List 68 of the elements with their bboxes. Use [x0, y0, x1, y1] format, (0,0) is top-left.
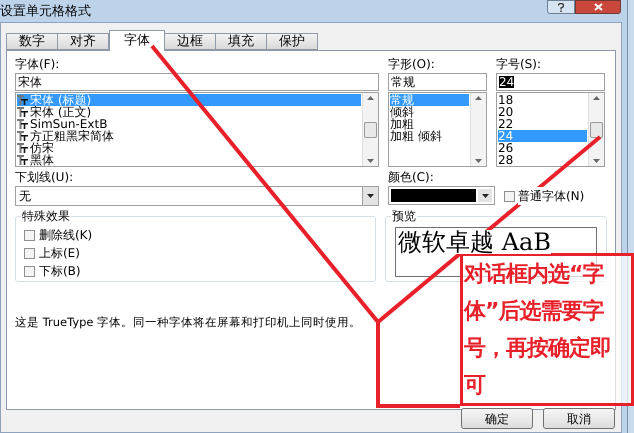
help-icon — [558, 2, 564, 12]
truetype-icon — [17, 143, 28, 153]
field-label: 颜色(C): — [388, 170, 435, 184]
dropdown-arrow-icon — [482, 194, 488, 198]
help-button[interactable] — [547, 0, 575, 14]
dropdown-arrow-icon — [367, 194, 374, 198]
scrollbar[interactable] — [362, 93, 378, 166]
list-item[interactable]: 黑体 — [17, 154, 361, 166]
window-title: 设置单元格格式 — [0, 4, 91, 18]
description-text: 这是 TrueType 字体。同一种字体将在屏幕和打印机上同时使用。 — [15, 314, 362, 331]
scroll-up-icon[interactable] — [593, 96, 600, 100]
tab[interactable]: 保护 — [266, 33, 318, 50]
scrollbar[interactable] — [470, 93, 486, 166]
scroll-down-icon[interactable] — [367, 159, 374, 163]
group-title: 特殊效果 — [21, 209, 71, 223]
list-item[interactable]: 18 — [498, 94, 587, 106]
checkbox-label: 上标(E) — [39, 245, 80, 262]
scroll-up-icon[interactable] — [475, 96, 482, 100]
field-label: 下划线(U): — [15, 170, 74, 184]
list-item[interactable]: 倾斜 — [390, 106, 469, 118]
truetype-icon — [17, 155, 28, 165]
checkbox[interactable] — [24, 266, 35, 276]
scroll-up-icon[interactable] — [367, 96, 374, 100]
list-item[interactable]: 22 — [498, 118, 587, 130]
annotation-text: 对话框内选“字体”后选需要字号，再按确定即可 — [464, 260, 612, 400]
preview-text: 微软卓越 AaB — [398, 230, 551, 254]
list-item[interactable]: SimSun-ExtB — [17, 118, 361, 130]
scroll-down-icon[interactable] — [593, 159, 600, 163]
field-label: 字形(O): — [388, 57, 436, 71]
tab[interactable]: 填充 — [215, 33, 267, 50]
checkbox-label: 下标(B) — [39, 263, 81, 280]
input-field[interactable]: 常规 — [388, 73, 487, 91]
scroll-down-icon[interactable] — [475, 159, 482, 163]
truetype-icon — [17, 95, 28, 105]
list-item[interactable]: 20 — [498, 106, 587, 118]
tab[interactable]: 对齐 — [57, 33, 109, 50]
scroll-thumb[interactable] — [364, 122, 377, 138]
dropdown[interactable]: 无 — [15, 186, 379, 206]
list-item[interactable]: 宋体 (正文) — [17, 106, 361, 118]
tab[interactable]: 数字 — [6, 33, 58, 50]
truetype-icon — [17, 131, 28, 141]
tab[interactable]: 字体 — [109, 30, 165, 51]
field-label: 字号(S): — [496, 57, 542, 71]
truetype-icon — [17, 119, 28, 129]
list-item[interactable]: 加粗 倾斜 — [390, 130, 469, 142]
dialog-button[interactable]: 确定 — [461, 408, 533, 429]
checkbox-label: 删除线(K) — [39, 227, 92, 244]
scrollbar[interactable] — [588, 93, 604, 166]
list-item[interactable]: 方正粗黑宋简体 — [17, 130, 361, 142]
checkbox[interactable] — [24, 230, 35, 240]
input-field[interactable]: 宋体 — [15, 73, 379, 91]
tab[interactable]: 边框 — [164, 33, 216, 50]
color-dropdown[interactable] — [388, 186, 495, 205]
truetype-icon — [17, 107, 28, 117]
list-item[interactable]: 仿宋 — [17, 142, 361, 154]
group-title: 预览 — [391, 209, 418, 223]
input-field[interactable]: 24 — [496, 73, 605, 91]
list-item[interactable]: 加粗 — [390, 118, 469, 130]
list-item[interactable]: 28 — [498, 154, 587, 166]
dialog-button[interactable]: 取消 — [543, 408, 615, 429]
list-item[interactable]: 26 — [498, 142, 587, 154]
scroll-thumb[interactable] — [590, 122, 603, 138]
close-button[interactable] — [575, 0, 621, 14]
close-icon — [594, 3, 602, 11]
field-label: 字体(F): — [15, 57, 60, 71]
checkbox[interactable] — [504, 190, 515, 202]
checkbox[interactable] — [24, 248, 35, 258]
checkbox-label: 普通字体(N) — [518, 187, 584, 205]
